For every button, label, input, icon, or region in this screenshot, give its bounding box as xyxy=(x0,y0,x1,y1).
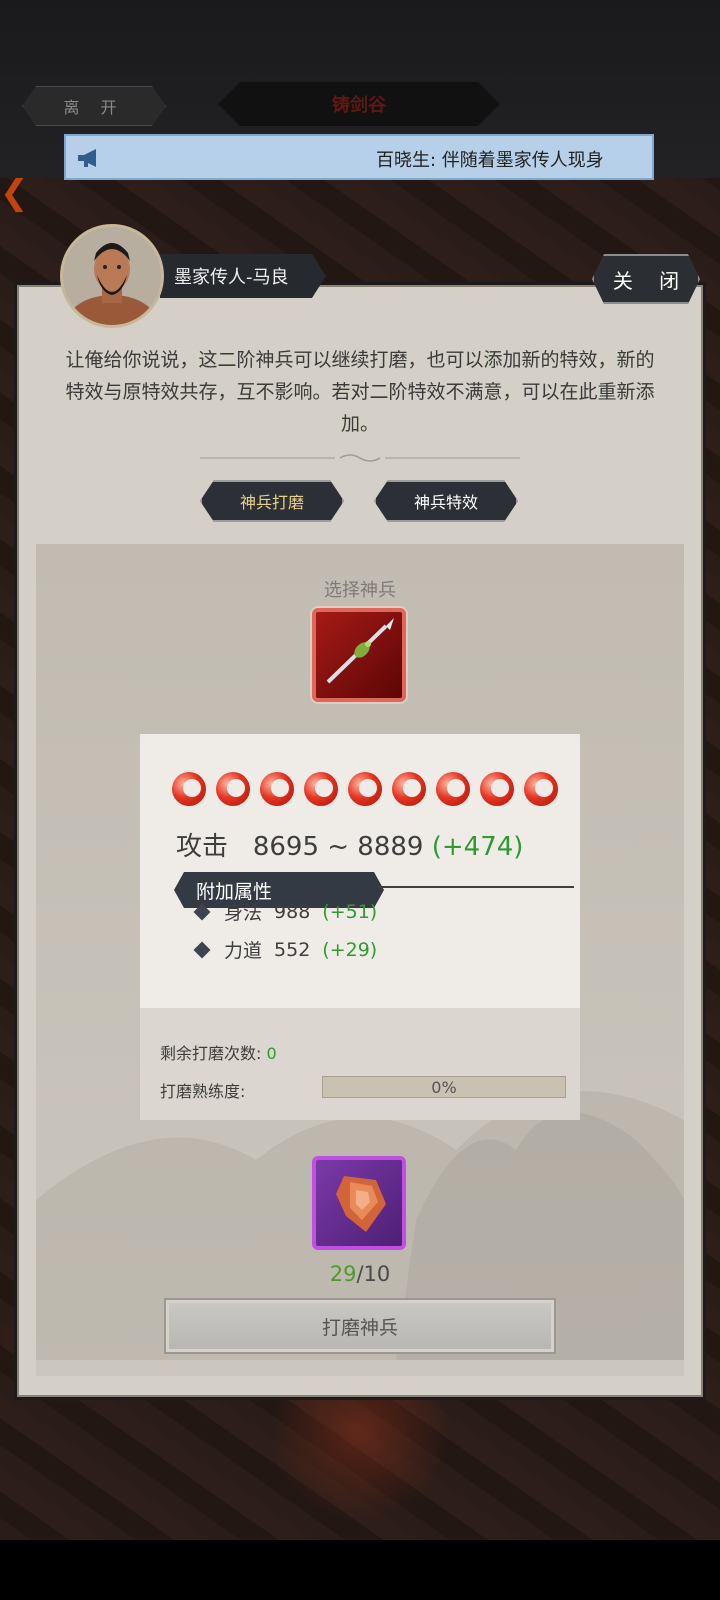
attack-range: 8695 ~ 8889 xyxy=(252,832,424,862)
attack-label: 攻击 xyxy=(176,832,229,862)
material-count: 29/10 xyxy=(0,1262,720,1286)
news-ticker: 百晓生: 伴随着墨家传人现身 xyxy=(64,134,654,180)
side-arrow-icon[interactable]: ❮ xyxy=(0,176,29,210)
npc-name: 墨家传人-马良 xyxy=(160,254,326,298)
star-icon xyxy=(216,772,250,806)
header-divider xyxy=(378,886,574,888)
divider-ornament xyxy=(200,454,520,462)
star-icon xyxy=(172,772,206,806)
attribute-bonus: (+51) xyxy=(322,900,378,923)
spear-icon xyxy=(326,618,394,684)
polish-weapon-button[interactable]: 打磨神兵 xyxy=(164,1298,556,1354)
megaphone-icon xyxy=(78,149,96,167)
tab-weapon-polish[interactable]: 神兵打磨 xyxy=(200,480,344,522)
remaining-label: 剩余打磨次数: xyxy=(160,1044,262,1063)
attack-bonus: (+474) xyxy=(431,832,524,862)
proficiency-text: 0% xyxy=(431,1077,457,1097)
star-icon xyxy=(480,772,514,806)
tab-weapon-effect[interactable]: 神兵特效 xyxy=(374,480,518,522)
news-text: 百晓生: 伴随着墨家传人现身 xyxy=(376,150,604,171)
location-title: 铸剑谷 xyxy=(218,82,500,126)
select-weapon-label: 选择神兵 xyxy=(324,580,396,601)
star-icon xyxy=(524,772,558,806)
weapon-stats-footer xyxy=(140,1008,580,1120)
star-icon xyxy=(348,772,382,806)
attribute-row: 力道 552 (+29) xyxy=(193,936,378,963)
attack-stat: 攻击 8695 ~ 8889 (+474) xyxy=(176,826,523,863)
attribute-name: 身法 xyxy=(224,902,263,924)
close-button[interactable]: 关 闭 xyxy=(592,254,700,304)
star-icon xyxy=(436,772,470,806)
whetstone-icon xyxy=(336,1176,386,1232)
diamond-icon xyxy=(193,903,211,920)
npc-intro-text: 让俺给你说说，这二阶神兵可以继续打磨，也可以添加新的特效，新的特效与原特效共存，… xyxy=(65,349,655,435)
star-icon xyxy=(304,772,338,806)
leave-button[interactable]: 离 开 xyxy=(22,86,166,126)
attribute-name: 力道 xyxy=(224,940,263,962)
attribute-value: 988 xyxy=(274,900,311,923)
material-required: /10 xyxy=(356,1262,391,1286)
weapon-slot[interactable] xyxy=(312,608,406,702)
material-owned: 29 xyxy=(329,1262,357,1286)
npc-avatar xyxy=(60,224,164,328)
remaining-polish-count: 剩余打磨次数: 0 xyxy=(160,1040,277,1064)
attribute-value: 552 xyxy=(274,938,311,961)
proficiency-progress-bar: 0% xyxy=(322,1076,566,1098)
star-icon xyxy=(392,772,426,806)
diamond-icon xyxy=(193,941,211,958)
star-rating xyxy=(172,772,558,812)
attribute-bonus: (+29) xyxy=(322,938,378,961)
attribute-row: 身法 988 (+51) xyxy=(193,898,378,925)
proficiency-label: 打磨熟练度: xyxy=(160,1082,246,1101)
remaining-value: 0 xyxy=(266,1044,277,1063)
bottom-bar xyxy=(0,1540,720,1600)
star-icon xyxy=(260,772,294,806)
whetstone-slot[interactable] xyxy=(312,1156,406,1250)
